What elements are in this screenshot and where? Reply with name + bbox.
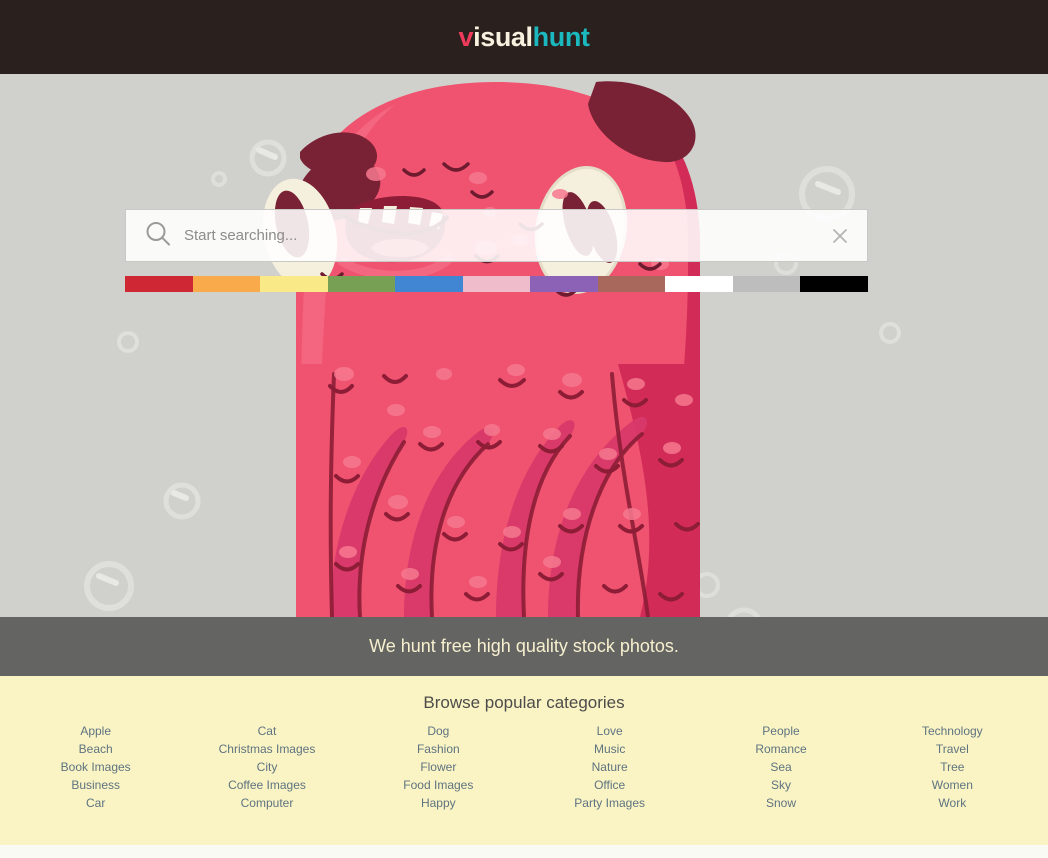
category-link[interactable]: Car [86, 794, 105, 812]
tagline-text: We hunt free high quality stock photos. [369, 636, 679, 656]
hero-section [0, 74, 1048, 617]
bottom-strip [0, 845, 1048, 858]
color-swatch-orange[interactable] [192, 276, 261, 292]
category-link[interactable]: Sky [771, 776, 791, 794]
color-swatch-brown[interactable] [597, 276, 666, 292]
category-link[interactable]: Nature [592, 758, 628, 776]
color-swatch-pink[interactable] [462, 276, 531, 292]
color-swatch-blue[interactable] [395, 276, 463, 292]
logo-part-isual: isual [473, 21, 533, 52]
monster-illustration [0, 74, 1048, 617]
color-swatch-white[interactable] [665, 276, 733, 292]
site-logo[interactable]: visualhunt [458, 21, 590, 52]
category-link[interactable]: Work [938, 794, 966, 812]
category-link[interactable]: Christmas Images [219, 740, 316, 758]
category-column-1: Apple Beach Book Images Business Car [10, 722, 181, 812]
category-link[interactable]: Fashion [417, 740, 460, 758]
category-link[interactable]: Flower [420, 758, 456, 776]
visualhunt-homepage: visualhunt Start searching... We hunt fr… [0, 0, 1048, 858]
category-link[interactable]: Party Images [574, 794, 645, 812]
close-icon[interactable] [829, 225, 851, 247]
color-swatch-green[interactable] [327, 276, 396, 292]
color-swatch-black[interactable] [800, 276, 869, 292]
search-box[interactable] [125, 209, 868, 262]
category-link[interactable]: Music [594, 740, 625, 758]
search-icon [144, 219, 172, 252]
logo-part-v: v [458, 21, 474, 52]
color-swatch-red[interactable] [125, 276, 193, 292]
category-link[interactable]: Love [597, 722, 623, 740]
category-column-4: Love Music Nature Office Party Images [524, 722, 695, 812]
color-swatch-yellow[interactable] [260, 276, 328, 292]
category-column-2: Cat Christmas Images City Coffee Images … [181, 722, 352, 812]
category-link[interactable]: Beach [79, 740, 113, 758]
search-area [125, 209, 868, 262]
category-link[interactable]: Computer [241, 794, 294, 812]
category-link[interactable]: Business [71, 776, 120, 794]
category-link[interactable]: Food Images [403, 776, 473, 794]
category-link[interactable]: People [762, 722, 799, 740]
category-link[interactable]: Technology [922, 722, 983, 740]
categories-title: Browse popular categories [423, 693, 625, 712]
color-swatch-purple[interactable] [530, 276, 598, 292]
categories-grid: Apple Beach Book Images Business Car Cat… [0, 722, 1048, 812]
search-input[interactable] [184, 210, 807, 261]
logo-part-hunt: hunt [532, 21, 590, 52]
category-link[interactable]: Women [932, 776, 973, 794]
site-header: visualhunt [0, 0, 1048, 74]
category-link[interactable]: Book Images [61, 758, 131, 776]
category-link[interactable]: Office [594, 776, 625, 794]
category-column-6: Technology Travel Tree Women Work [867, 722, 1038, 812]
category-link[interactable]: Travel [936, 740, 969, 758]
category-link[interactable]: Coffee Images [228, 776, 306, 794]
category-link[interactable]: Sea [770, 758, 791, 776]
category-link[interactable]: Apple [80, 722, 111, 740]
category-link[interactable]: Cat [258, 722, 277, 740]
categories-section: Browse popular categories Apple Beach Bo… [0, 676, 1048, 845]
color-swatch-gray[interactable] [732, 276, 801, 292]
category-link[interactable]: Snow [766, 794, 796, 812]
tagline-banner: We hunt free high quality stock photos. [0, 617, 1048, 676]
category-link[interactable]: Happy [421, 794, 456, 812]
color-filter-strip [125, 276, 869, 292]
category-link[interactable]: City [257, 758, 278, 776]
category-column-5: People Romance Sea Sky Snow [695, 722, 866, 812]
category-link[interactable]: Romance [755, 740, 806, 758]
category-link[interactable]: Dog [427, 722, 449, 740]
category-link[interactable]: Tree [940, 758, 964, 776]
category-column-3: Dog Fashion Flower Food Images Happy [353, 722, 524, 812]
